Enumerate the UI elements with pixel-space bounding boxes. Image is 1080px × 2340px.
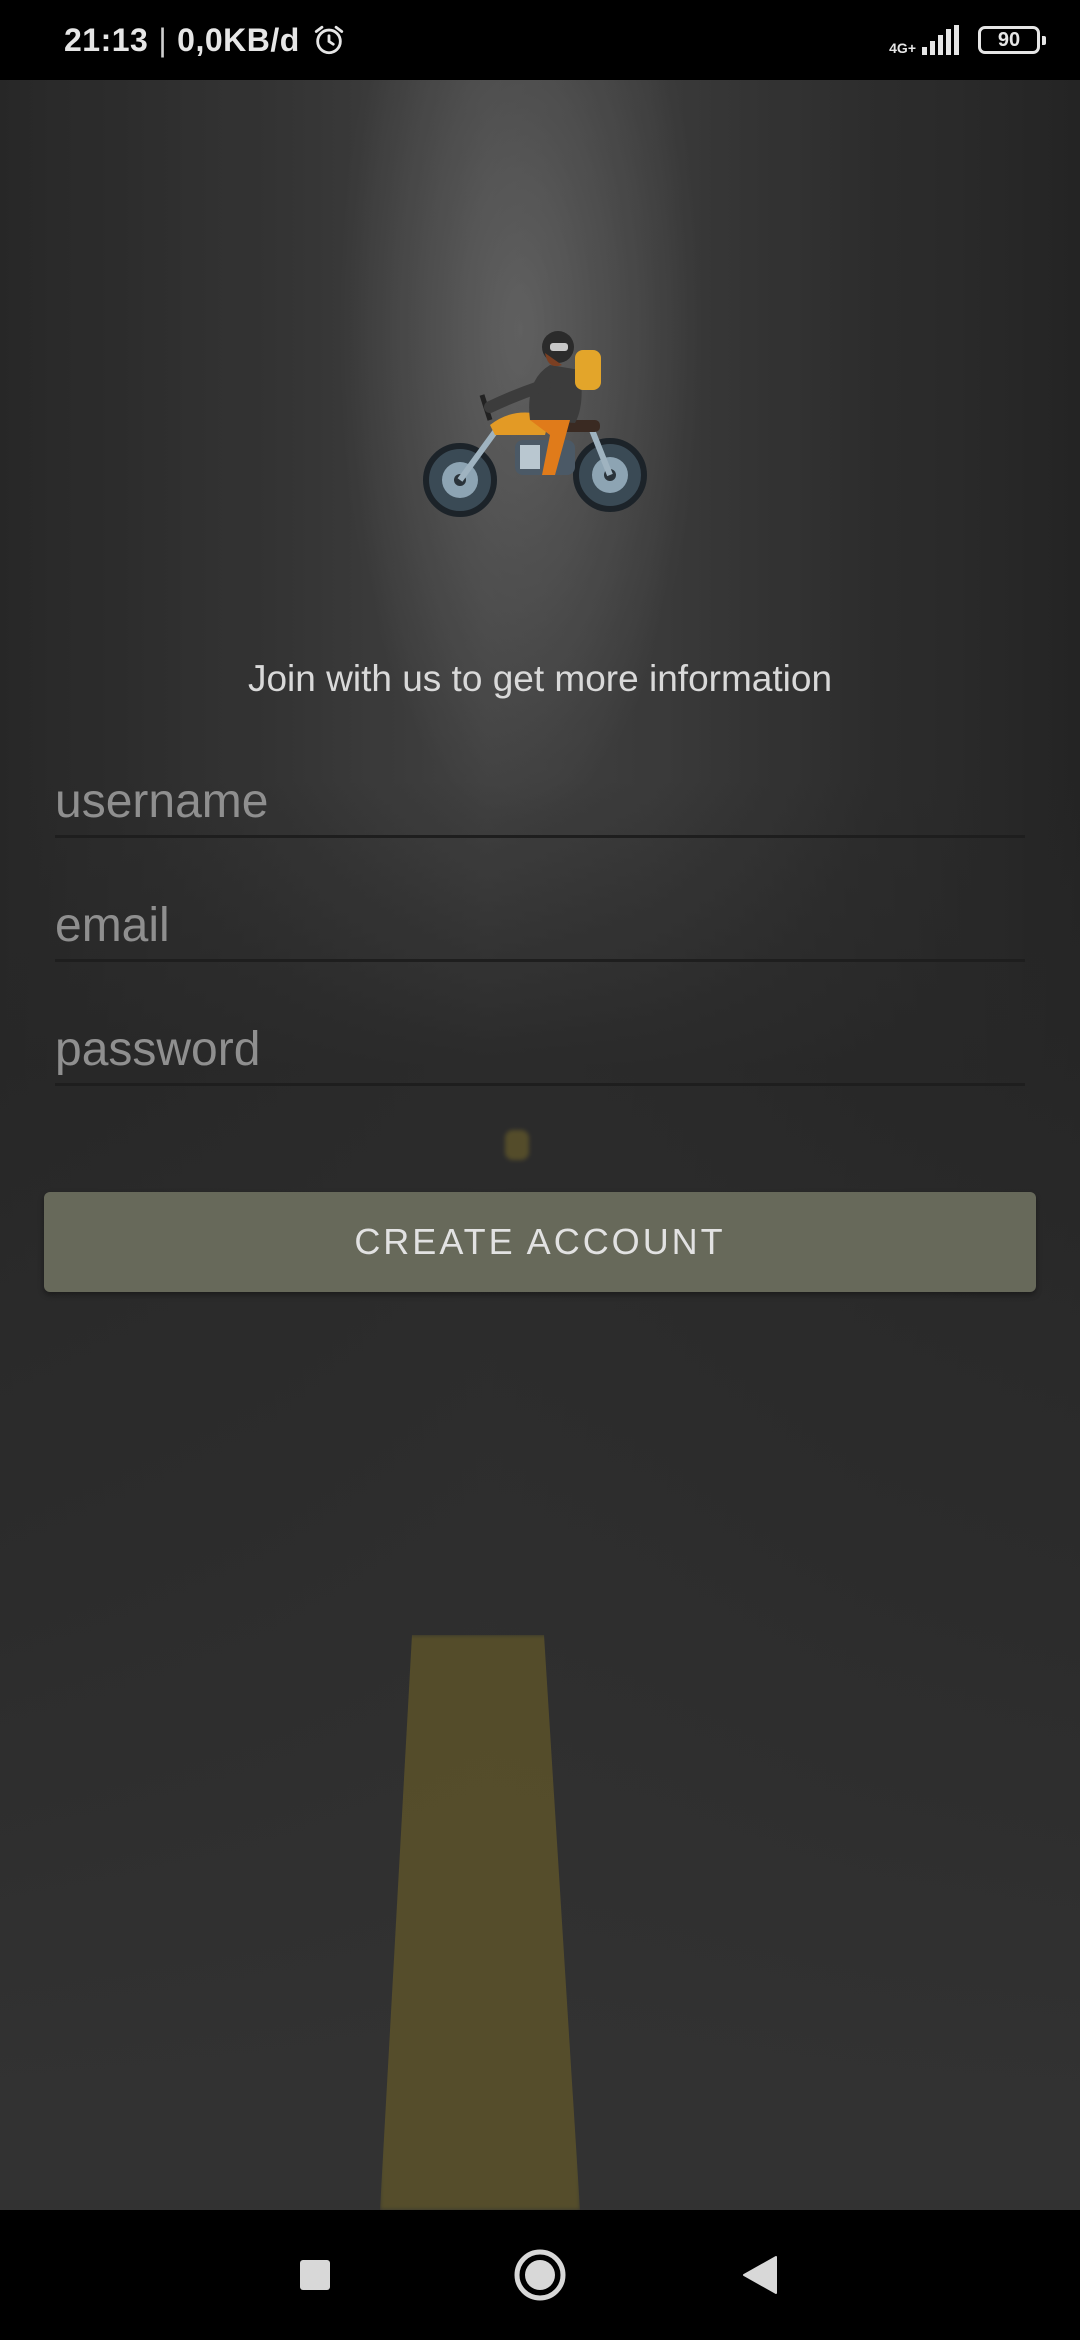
tagline: Join with us to get more information: [247, 658, 833, 699]
create-account-button[interactable]: CREATE ACCOUNT: [44, 1192, 1036, 1292]
status-left: 21:13 | 0,0KB/d: [64, 0, 346, 80]
status-separator: |: [158, 21, 168, 58]
square-recents-icon: [300, 2260, 330, 2290]
network-speed: 0,0KB/d: [177, 21, 300, 58]
network-type: 4G+: [889, 40, 916, 56]
network-indicator: 4G+: [889, 25, 960, 55]
alarm-clock-icon: [314, 25, 343, 55]
password-field[interactable]: [55, 1016, 1025, 1086]
background-road-image: Join with us to get more information: [0, 80, 1080, 2210]
battery-indicator: 90: [978, 26, 1046, 54]
signal-bars-icon: [922, 25, 959, 55]
navigation-bar: [0, 2210, 1080, 2340]
home-button[interactable]: [480, 2210, 600, 2340]
battery-level: 90: [997, 28, 1021, 51]
circle-home-icon: [514, 2249, 566, 2301]
username-field[interactable]: [55, 768, 1025, 838]
screen: 21:13 | 0,0KB/d 4G+ 90 Join with us to g…: [0, 0, 1080, 2340]
status-right: 4G+ 90: [889, 0, 1046, 80]
triangle-back-icon: [743, 2256, 777, 2294]
back-button[interactable]: [700, 2210, 820, 2340]
email-field[interactable]: [55, 892, 1025, 962]
status-time: 21:13: [64, 21, 149, 58]
status-bar: 21:13 | 0,0KB/d 4G+ 90: [0, 0, 1080, 80]
recents-button[interactable]: [255, 2210, 375, 2340]
motorcycle-rider-logo: [423, 331, 647, 517]
